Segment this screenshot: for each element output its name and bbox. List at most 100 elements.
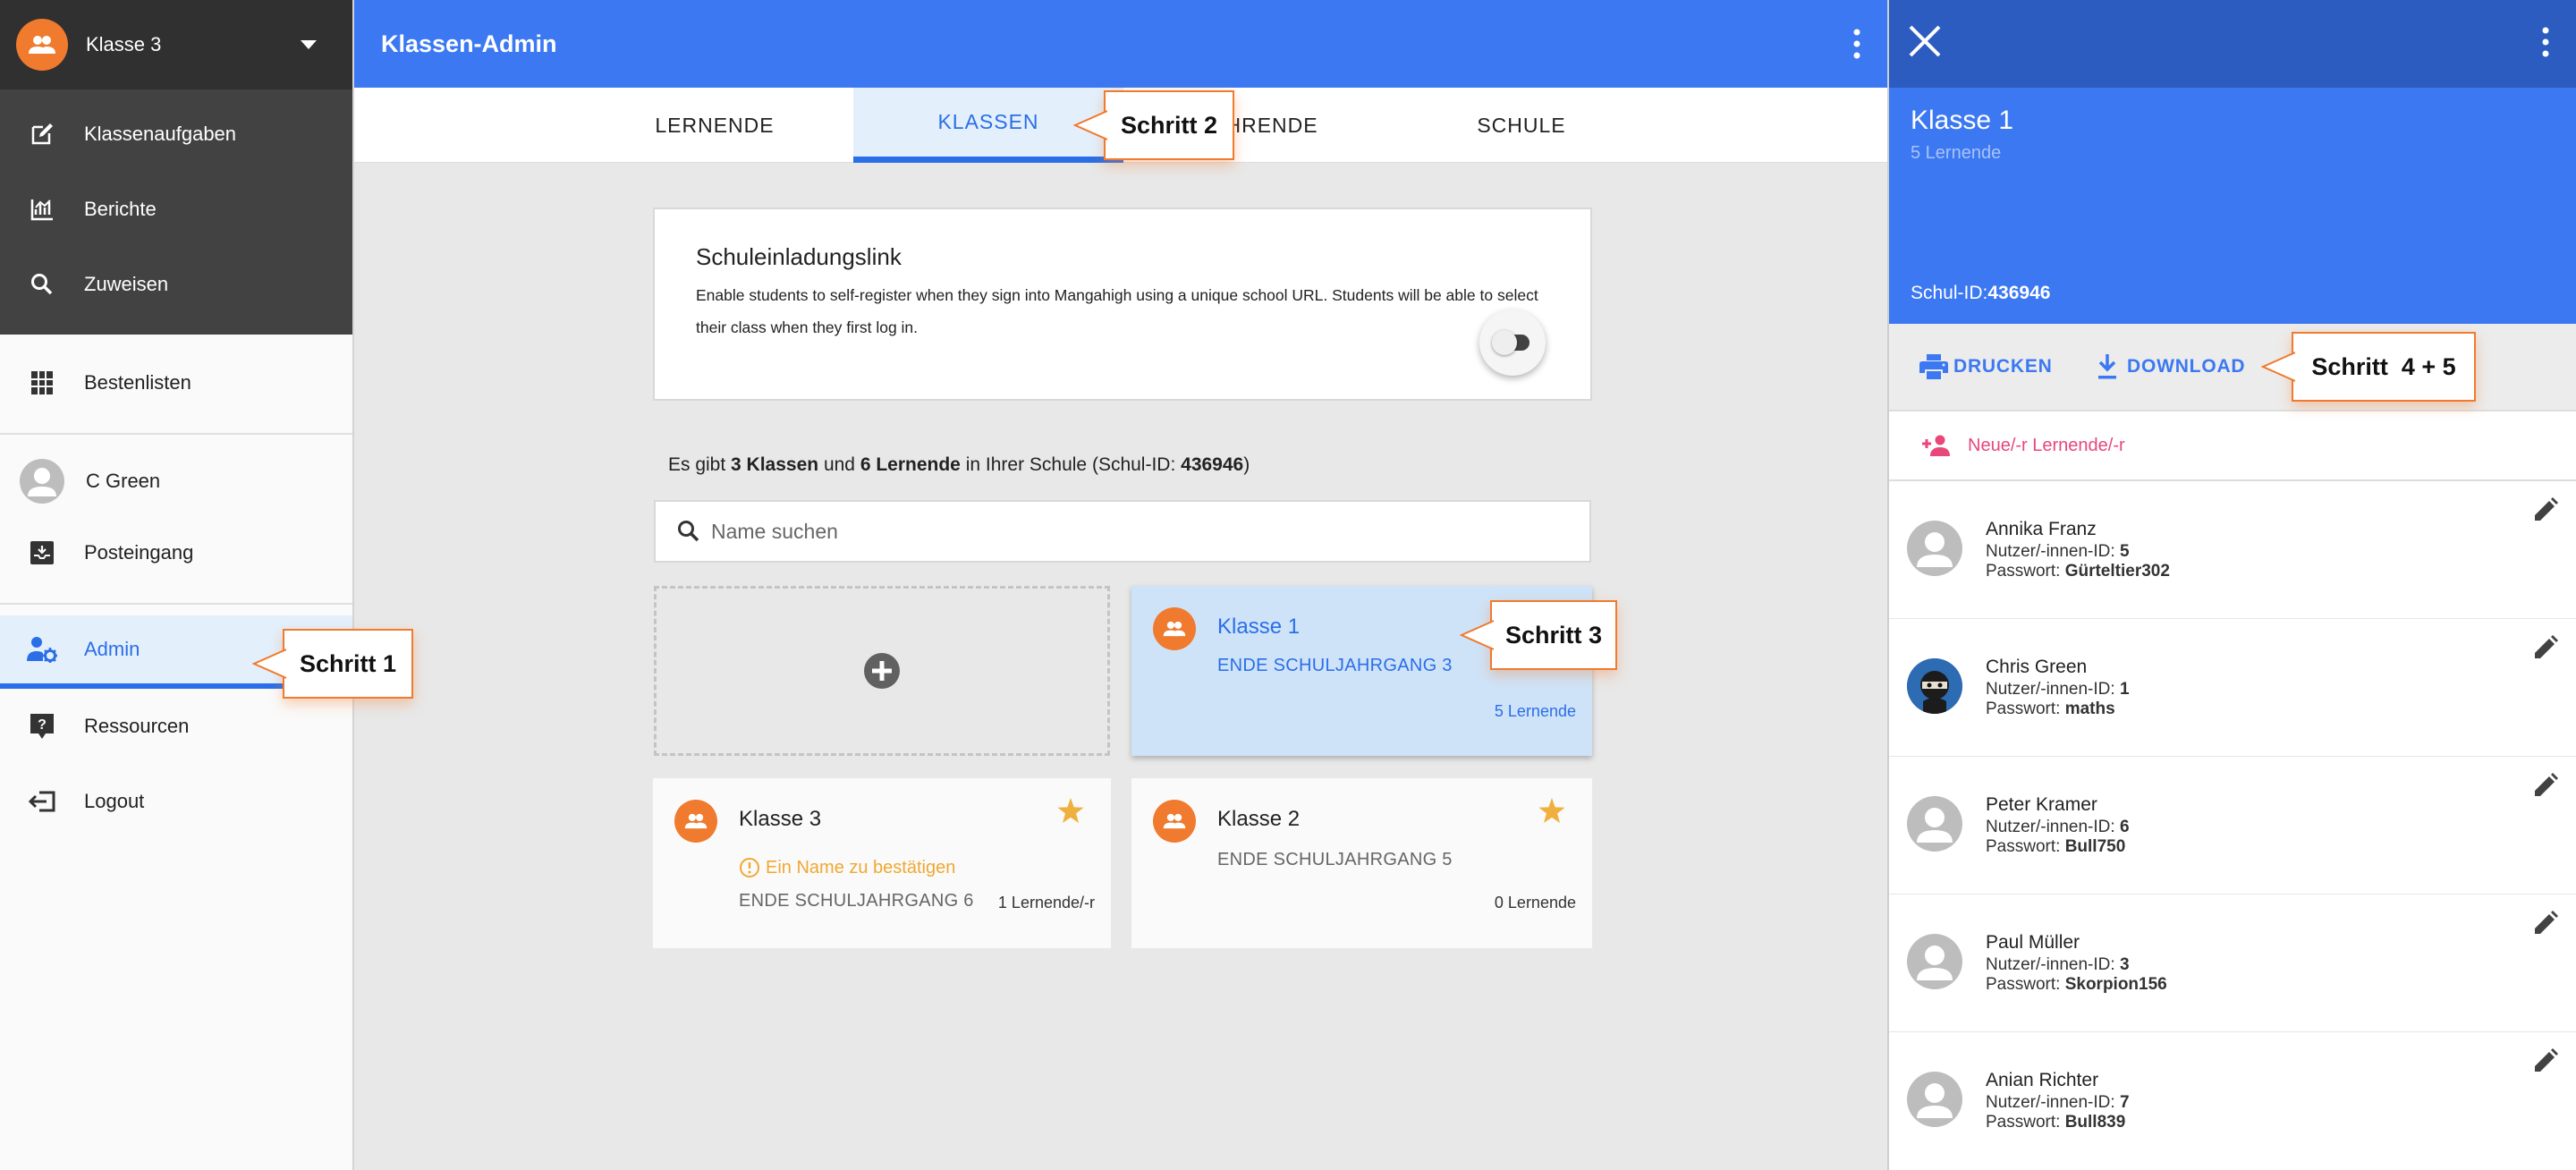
tab-lernende[interactable]: LERNENDE bbox=[585, 88, 844, 163]
download-icon bbox=[2097, 354, 2118, 379]
add-class-button[interactable] bbox=[654, 586, 1110, 756]
student-row[interactable]: Annika Franz Nutzer/-innen-ID: 5 Passwor… bbox=[1889, 481, 2576, 619]
sidebar-item-ressourcen[interactable]: ? Ressourcen bbox=[0, 691, 352, 762]
star-icon[interactable] bbox=[1057, 798, 1084, 823]
sidebar-item-user[interactable]: C Green bbox=[0, 445, 352, 517]
sidebar-item-logout[interactable]: Logout bbox=[0, 766, 352, 837]
student-row[interactable]: Peter Kramer Nutzer/-innen-ID: 6 Passwor… bbox=[1889, 757, 2576, 894]
class-group-icon bbox=[1153, 607, 1196, 650]
edit-icon[interactable] bbox=[2533, 635, 2558, 660]
invite-toggle[interactable] bbox=[1479, 309, 1546, 376]
user-avatar bbox=[20, 459, 64, 504]
callout-step-2: Schritt 2 bbox=[1073, 90, 1234, 160]
class-card-klasse-3[interactable]: Klasse 3 Ein Name zu bestätigen ENDE SCH… bbox=[653, 778, 1111, 948]
sidebar-item-label: Klassenaufgaben bbox=[84, 123, 237, 145]
user-name: C Green bbox=[86, 470, 161, 492]
class-card-klasse-2[interactable]: Klasse 2 ENDE SCHULJAHRGANG 5 0 Lernende bbox=[1131, 778, 1592, 948]
student-name: Peter Kramer bbox=[1986, 794, 2097, 815]
sidebar-item-berichte[interactable]: Berichte bbox=[0, 174, 352, 245]
svg-text:?: ? bbox=[38, 717, 47, 733]
student-password: Passwort: Bull839 bbox=[1986, 1113, 2126, 1132]
ninja-avatar bbox=[1907, 658, 1962, 714]
app-bar: Klassen-Admin bbox=[354, 0, 1887, 88]
student-name: Annika Franz bbox=[1986, 519, 2097, 539]
download-button[interactable]: DOWNLOAD bbox=[2097, 354, 2245, 379]
class-group-icon bbox=[16, 19, 68, 71]
class-name: Klasse 3 bbox=[739, 807, 822, 831]
search-input[interactable] bbox=[711, 519, 1516, 544]
class-grade: ENDE SCHULJAHRGANG 3 bbox=[1217, 656, 1453, 675]
bar-chart-icon bbox=[27, 197, 57, 222]
student-id: Nutzer/-innen-ID: 3 bbox=[1986, 955, 2130, 974]
divider bbox=[0, 433, 352, 435]
sidebar-item-posteingang[interactable]: Posteingang bbox=[0, 517, 352, 589]
callout-text: Schritt 4 + 5 bbox=[2311, 352, 2456, 380]
class-grade: ENDE SCHULJAHRGANG 6 bbox=[739, 891, 974, 911]
sidebar-item-label: Berichte bbox=[84, 198, 157, 220]
print-icon bbox=[1919, 354, 1948, 379]
edit-icon[interactable] bbox=[2533, 773, 2558, 798]
chevron-down-icon[interactable] bbox=[301, 40, 317, 49]
tab-schule[interactable]: SCHULE bbox=[1394, 88, 1649, 163]
student-name: Paul Müller bbox=[1986, 932, 2080, 953]
student-row[interactable]: Chris Green Nutzer/-innen-ID: 1 Passwort… bbox=[1889, 619, 2576, 757]
panel-school-id: Schul-ID:436946 bbox=[1911, 283, 2051, 303]
class-learner-count: 5 Lernende bbox=[1494, 702, 1576, 720]
callout-step-3: Schritt 3 bbox=[1460, 600, 1617, 670]
search-icon bbox=[677, 520, 700, 543]
warning-icon bbox=[739, 857, 760, 878]
class-name: Klasse 1 bbox=[1217, 615, 1301, 639]
sidebar-item-label: Zuweisen bbox=[84, 273, 169, 295]
panel-toolbar bbox=[1889, 0, 2576, 88]
help-icon: ? bbox=[27, 714, 57, 739]
sidebar-item-zuweisen[interactable]: Zuweisen bbox=[0, 249, 352, 320]
star-icon[interactable] bbox=[1538, 798, 1565, 823]
logout-icon bbox=[27, 790, 57, 813]
name-warning[interactable]: Ein Name zu bestätigen bbox=[739, 857, 955, 878]
sidebar-item-label: Bestenlisten bbox=[84, 371, 191, 394]
toggle-track bbox=[1492, 330, 1530, 355]
student-password: Passwort: Bull750 bbox=[1986, 837, 2126, 856]
sidebar-item-klassenaufgaben[interactable]: Klassenaufgaben bbox=[0, 98, 352, 170]
person-add-icon bbox=[1921, 435, 1952, 456]
more-vert-icon[interactable] bbox=[1853, 29, 1860, 59]
panel-header: Klasse 1 5 Lernende Schul-ID:436946 bbox=[1889, 88, 2576, 324]
grid-icon bbox=[27, 371, 57, 394]
edit-note-icon bbox=[27, 122, 57, 147]
sidebar-item-label: Posteingang bbox=[84, 541, 194, 564]
class-switcher[interactable]: Klasse 3 bbox=[0, 0, 352, 89]
close-icon[interactable] bbox=[1907, 23, 1943, 59]
class-group-icon bbox=[674, 800, 717, 843]
class-learner-count: 1 Lernende/-r bbox=[997, 894, 1095, 911]
class-group-icon bbox=[1153, 800, 1196, 843]
student-name: Anian Richter bbox=[1986, 1070, 2099, 1090]
callout-text: Schritt 1 bbox=[299, 649, 397, 677]
student-avatar bbox=[1907, 1072, 1962, 1127]
new-learner-button[interactable]: Neue/-r Lernende/-r bbox=[1889, 411, 2576, 481]
admin-settings-icon bbox=[27, 636, 57, 663]
edit-icon[interactable] bbox=[2533, 1048, 2558, 1073]
student-id: Nutzer/-innen-ID: 7 bbox=[1986, 1093, 2130, 1112]
invite-description: Enable students to self-register when th… bbox=[696, 286, 1538, 336]
sidebar-item-bestenlisten[interactable]: Bestenlisten bbox=[0, 347, 352, 419]
class-learner-count: 0 Lernende bbox=[1494, 894, 1576, 911]
class-grade: ENDE SCHULJAHRGANG 5 bbox=[1217, 850, 1453, 869]
print-label: DRUCKEN bbox=[1953, 356, 2053, 377]
search-icon bbox=[27, 273, 57, 296]
student-password: Passwort: Gürteltier302 bbox=[1986, 562, 2170, 581]
search-box bbox=[654, 500, 1591, 563]
callout-text: Schritt 2 bbox=[1120, 111, 1218, 139]
student-row[interactable]: Anian Richter Nutzer/-innen-ID: 7 Passwo… bbox=[1889, 1032, 2576, 1170]
student-password: Passwort: Skorpion156 bbox=[1986, 975, 2167, 994]
student-avatar bbox=[1907, 521, 1962, 576]
more-vert-icon[interactable] bbox=[2542, 27, 2549, 57]
edit-icon[interactable] bbox=[2533, 911, 2558, 936]
print-button[interactable]: DRUCKEN bbox=[1919, 354, 2053, 379]
sidebar-item-label: Logout bbox=[84, 790, 145, 812]
callout-step-1: Schritt 1 bbox=[252, 629, 413, 699]
student-row[interactable]: Paul Müller Nutzer/-innen-ID: 3 Passwort… bbox=[1889, 894, 2576, 1032]
student-avatar bbox=[1907, 934, 1962, 989]
edit-icon[interactable] bbox=[2533, 497, 2558, 522]
class-name: Klasse 2 bbox=[1217, 807, 1301, 831]
new-learner-label: Neue/-r Lernende/-r bbox=[1968, 435, 2125, 455]
